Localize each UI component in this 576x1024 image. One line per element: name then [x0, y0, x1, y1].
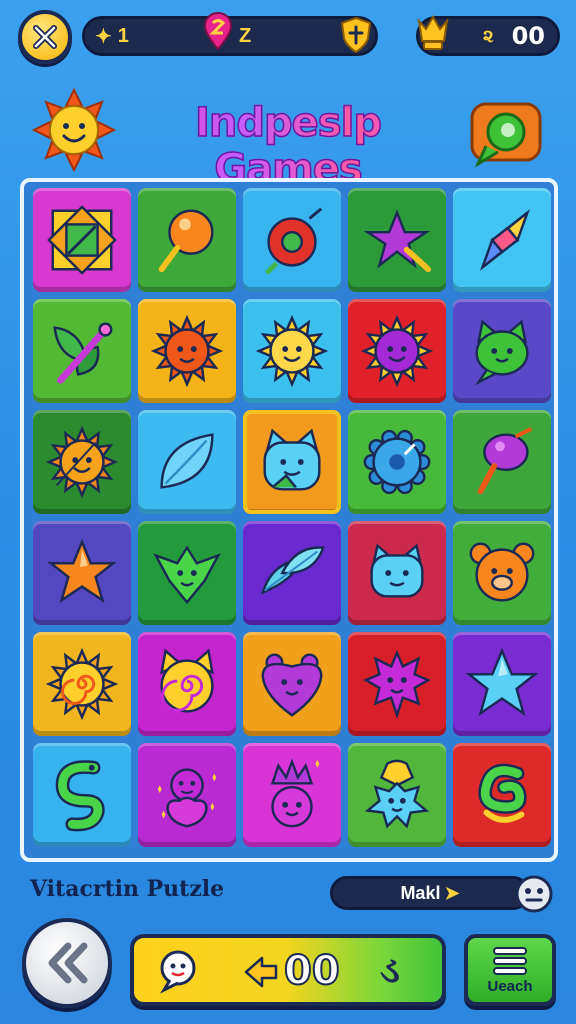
heart-creature-icon	[261, 653, 323, 717]
tile-r4-c1[interactable]	[33, 521, 131, 625]
double-chevron-left-icon	[48, 942, 88, 984]
status-bar: ✦ 1 Z	[82, 11, 378, 56]
tile-r4-c2[interactable]	[138, 521, 236, 625]
shield-slot[interactable]	[339, 16, 373, 54]
sun-mascot-icon	[32, 88, 116, 172]
mode-pill[interactable]: Makl ➤	[330, 876, 530, 910]
tile-r6-c3[interactable]	[243, 743, 341, 847]
spiral-sun-icon	[45, 647, 119, 721]
action-glyph: ડ	[380, 950, 400, 991]
green-cat-icon	[475, 319, 529, 386]
tile-r2-c5[interactable]	[453, 299, 551, 403]
tile-r3-c5[interactable]	[453, 410, 551, 514]
tile-r1-c2[interactable]	[138, 188, 236, 292]
magic-star-icon	[363, 209, 432, 273]
blue-feather-icon	[260, 546, 325, 595]
tile-r5-c5[interactable]	[453, 632, 551, 736]
blue-leaf-icon	[160, 433, 214, 489]
crystal-icon	[479, 209, 530, 271]
trophy-icon	[417, 15, 449, 50]
tile-grid	[30, 188, 551, 847]
speech-bubble-icon	[160, 950, 196, 994]
tile-r4-c3[interactable]	[243, 521, 341, 625]
menu-label: Ueach	[487, 977, 533, 995]
crowned-creature-icon	[270, 758, 320, 828]
high-score-symbol: ૨	[483, 25, 494, 46]
tile-r2-c2[interactable]	[138, 299, 236, 403]
purple-lollipop-icon	[477, 427, 533, 495]
orange-sun-icon	[45, 425, 119, 499]
tile-r6-c4[interactable]	[348, 743, 446, 847]
swirl-cat-icon	[160, 648, 214, 713]
tile-r1-c5[interactable]	[453, 188, 551, 292]
emoji-face-icon[interactable]	[514, 874, 554, 914]
sparkle-creature-icon	[157, 768, 217, 828]
tile-r5-c3[interactable]	[243, 632, 341, 736]
tile-r1-c3[interactable]	[243, 188, 341, 292]
coin-icon	[244, 956, 278, 988]
tile-r1-c4[interactable]	[348, 188, 446, 292]
pin-value: Z	[239, 24, 252, 47]
tile-r3-c1[interactable]	[33, 410, 131, 514]
chat-bubble-icon[interactable]	[468, 100, 544, 170]
level-name: Vitacrtin Putzle	[30, 876, 225, 902]
lives-value: 1	[117, 24, 129, 47]
coins-value: 00	[283, 947, 341, 995]
blue-gear-icon	[363, 429, 431, 495]
tile-r5-c2[interactable]	[138, 632, 236, 736]
mode-label: Makl	[400, 882, 441, 903]
tile-r6-c5[interactable]	[453, 743, 551, 847]
blue-cat-face-icon	[370, 543, 424, 598]
shield-icon	[340, 16, 372, 54]
tile-r2-c4[interactable]	[348, 299, 446, 403]
tile-r5-c4[interactable]	[348, 632, 446, 736]
score-value: 00	[511, 22, 545, 50]
bear-face-icon	[469, 542, 535, 602]
close-button[interactable]	[18, 10, 72, 64]
tile-r3-c3[interactable]	[243, 410, 341, 514]
tile-r2-c3[interactable]	[243, 299, 341, 403]
tile-r2-c1[interactable]	[33, 299, 131, 403]
green-snake-icon	[55, 760, 105, 832]
bolt-icon: ➤	[444, 882, 460, 903]
tile-r1-c1[interactable]	[33, 188, 131, 292]
blue-monster-icon	[364, 759, 430, 829]
lollipop-icon	[158, 209, 214, 273]
sun-face-icon	[255, 314, 329, 388]
green-gem-icon	[153, 545, 221, 605]
map-pin-icon	[203, 11, 233, 51]
green-spiral-icon	[478, 763, 527, 823]
spiky-creature-icon	[363, 649, 431, 720]
bolt-icon: ✦	[95, 25, 112, 48]
swirl-ball-icon	[264, 207, 323, 275]
close-icon	[33, 25, 57, 49]
tile-r3-c4[interactable]	[348, 410, 446, 514]
menu-button[interactable]: Ueach	[464, 934, 556, 1006]
fox-face-icon	[150, 314, 224, 388]
blue-cat-icon	[263, 428, 321, 491]
menu-icon	[493, 946, 527, 975]
high-score-bar: ૨ 00	[416, 15, 560, 56]
leaf-wand-icon	[53, 322, 113, 384]
purple-sun-icon	[360, 314, 434, 388]
tile-r4-c5[interactable]	[453, 521, 551, 625]
pin-counter: Z	[203, 11, 252, 53]
tile-r6-c1[interactable]	[33, 743, 131, 847]
puzzle-board	[20, 178, 558, 862]
orange-star-icon	[47, 538, 117, 604]
tile-r4-c4[interactable]	[348, 521, 446, 625]
blue-star-icon	[465, 647, 539, 717]
tile-r6-c2[interactable]	[138, 743, 236, 847]
tile-r5-c1[interactable]	[33, 632, 131, 736]
framed-square-icon	[47, 205, 117, 275]
coins-bar[interactable]: 00 ડ	[130, 934, 446, 1006]
back-button[interactable]	[22, 918, 112, 1008]
tile-r3-c2[interactable]	[138, 410, 236, 514]
lives-counter: ✦ 1	[95, 19, 129, 53]
